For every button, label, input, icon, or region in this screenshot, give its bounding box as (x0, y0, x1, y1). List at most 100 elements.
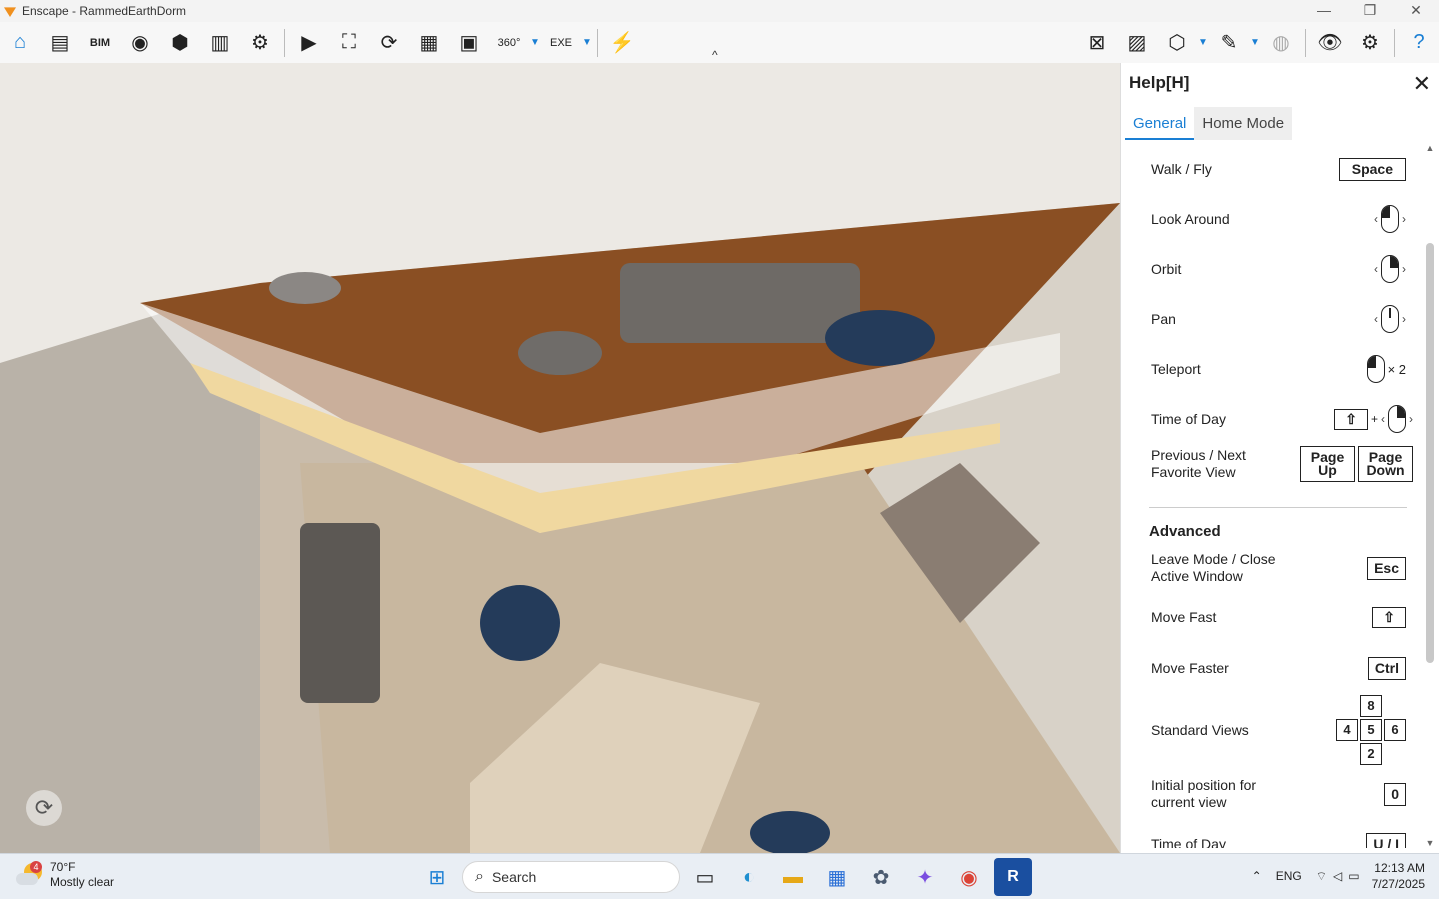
windows-start-icon[interactable]: ⊞ (418, 858, 456, 896)
vr-icon[interactable]: ◍ (1261, 23, 1301, 63)
title-bar: Enscape - RammedEarthDorm — ❐ ✕ (0, 0, 1439, 22)
video-icon[interactable]: ▣ (449, 23, 489, 63)
gallery-icon[interactable]: ▨ (1117, 23, 1157, 63)
chevron-up-icon[interactable]: ⌃ (1252, 869, 1262, 883)
material-icon[interactable]: ▥ (200, 23, 240, 63)
chrome-icon[interactable]: ◉ (950, 858, 988, 896)
shortcut-label: Leave Mode / Close Active Window (1151, 551, 1276, 584)
mouse-left-icon: ‹ › (1374, 205, 1406, 233)
chevron-down-icon[interactable]: ▼ (1197, 37, 1209, 48)
brush-icon[interactable]: ✎ (1209, 23, 1249, 63)
toolbar-divider (1394, 28, 1395, 57)
help-icon[interactable]: ? (1399, 23, 1439, 63)
toolbar-divider (1305, 28, 1306, 57)
chevron-down-icon[interactable]: ▼ (1249, 37, 1261, 48)
shortcut-row: Time of Day U / I (1151, 833, 1406, 848)
scroll-up-icon[interactable]: ▲ (1423, 143, 1437, 153)
volume-icon[interactable]: ◁ (1333, 869, 1342, 883)
section-icon[interactable]: ▶ (289, 23, 329, 63)
revit-icon[interactable]: R (994, 858, 1032, 896)
refresh-icon[interactable]: ⟳ (26, 790, 62, 826)
shift-mouse-icon: ⇧ + ‹ › (1334, 405, 1413, 433)
shortcut-label: Pan (1151, 310, 1176, 327)
space-key: Space (1338, 158, 1406, 181)
store-icon[interactable]: ▦ (818, 858, 856, 896)
language-indicator[interactable]: ENG (1276, 869, 1302, 883)
numpad-4-key: 4 (1336, 719, 1358, 741)
shortcut-row: Look Around ‹ › (1151, 205, 1406, 233)
clock-time: 12:13 AM (1374, 861, 1425, 875)
battery-icon[interactable]: ▭ (1348, 869, 1359, 883)
export-icon[interactable]: EXE (541, 23, 581, 63)
shortcut-row: Leave Mode / Close Active Window Esc (1151, 551, 1406, 585)
visibility-icon[interactable]: 👁 (1310, 23, 1350, 63)
file-explorer-icon[interactable]: ▬ (774, 858, 812, 896)
taskbar-search[interactable]: ⌕ Search (462, 861, 680, 893)
weather-widget[interactable]: 4 70°F Mostly clear (16, 860, 114, 890)
maximize-button[interactable]: ❐ (1347, 0, 1393, 22)
orbit-icon[interactable]: ⟳ (369, 23, 409, 63)
shortcut-row: Time of Day ⇧ + ‹ › (1151, 405, 1413, 433)
window-title: Enscape - RammedEarthDorm (22, 4, 187, 18)
chevron-down-icon[interactable]: ▼ (529, 37, 541, 48)
clock-date: 7/27/2025 (1371, 877, 1425, 891)
task-view-icon[interactable]: ▭ (686, 858, 724, 896)
system-tray: ⌃ ENG ⌔ ◁ ▭ 12:13 AM 7/27/2025 (1252, 860, 1425, 892)
settings-gear-icon[interactable]: ⚙ (1350, 23, 1390, 63)
shortcut-label: Move Faster (1151, 660, 1229, 676)
weather-badge: 4 (30, 861, 42, 873)
shortcut-label: Time of Day (1151, 410, 1226, 427)
app-icon[interactable]: ✿ (862, 858, 900, 896)
cube-icon[interactable]: ⬡ (1157, 23, 1197, 63)
bim-icon[interactable]: BIM (80, 23, 120, 63)
minimize-button[interactable]: — (1301, 0, 1347, 22)
shortcut-label: Move Fast (1151, 609, 1217, 625)
ctrl-key: Ctrl (1367, 657, 1406, 680)
numpad-6-key: 6 (1384, 719, 1406, 741)
help-panel: Help[H] ✕ General Home Mode Walk / Fly S… (1120, 63, 1439, 853)
home-icon[interactable]: ⌂ (0, 23, 40, 63)
help-scrollbar[interactable]: ▲ ▼ (1423, 143, 1437, 848)
shortcut-row: Walk / Fly Space (1151, 158, 1406, 181)
shortcut-row: Initial position for current view 0 (1151, 777, 1406, 811)
collapse-toolbar-button[interactable]: ^ (712, 48, 718, 62)
shortcut-row: Teleport × 2 (1151, 355, 1406, 383)
shortcut-label: Teleport (1151, 360, 1201, 377)
shortcut-label: Orbit (1151, 260, 1182, 277)
scroll-down-icon[interactable]: ▼ (1423, 838, 1437, 848)
clock[interactable]: 12:13 AM 7/27/2025 (1372, 860, 1425, 892)
view-icon[interactable]: ◉ (120, 23, 160, 63)
advanced-heading: Advanced (1149, 523, 1221, 540)
zero-key: 0 (1384, 782, 1406, 806)
time-of-day-keys: U / I (1366, 833, 1406, 848)
material-editor-icon[interactable]: ⊠ (1077, 23, 1117, 63)
chevron-down-icon[interactable]: ▼ (581, 37, 593, 48)
panorama-icon[interactable]: 360° (489, 23, 529, 63)
close-icon[interactable]: ✕ (1413, 71, 1431, 97)
asset-icon[interactable]: ⬢ (160, 23, 200, 63)
shortcut-row: Pan ‹ › (1151, 305, 1406, 333)
settings-icon[interactable]: ⚙ (240, 23, 280, 63)
plus-sign: + (1370, 412, 1378, 426)
mouse-right-icon: ‹ › (1374, 255, 1406, 283)
edge-browser-icon[interactable]: ◐ (730, 858, 768, 896)
scroll-thumb[interactable] (1426, 243, 1434, 663)
project-icon[interactable]: ▤ (40, 23, 80, 63)
image-icon[interactable]: ▦ (409, 23, 449, 63)
shift-key: ⇧ (1372, 607, 1406, 628)
crop-icon[interactable]: ⛶ (329, 23, 369, 63)
shortcut-row: Move Faster Ctrl (1151, 657, 1406, 680)
3d-viewport[interactable]: ⟳ (0, 63, 1120, 853)
toolbar-divider (284, 28, 285, 57)
mouse-double-click-icon: × 2 (1366, 355, 1406, 383)
tab-home-mode[interactable]: Home Mode (1194, 107, 1293, 140)
copilot-icon[interactable]: ✦ (906, 858, 944, 896)
wifi-icon[interactable]: ⌔ (1316, 869, 1327, 884)
shortcut-list[interactable]: Walk / Fly Space Look Around ‹ › Orbit ‹ ›… (1121, 143, 1421, 848)
tab-general[interactable]: General (1125, 107, 1195, 140)
close-window-button[interactable]: ✕ (1393, 0, 1439, 22)
weather-icon: 4 (16, 861, 44, 889)
numpad-5-key: 5 (1360, 719, 1382, 741)
live-update-icon[interactable]: ⚡ (602, 23, 642, 63)
shortcut-row: Standard Views 8 456 2 (1151, 695, 1406, 765)
